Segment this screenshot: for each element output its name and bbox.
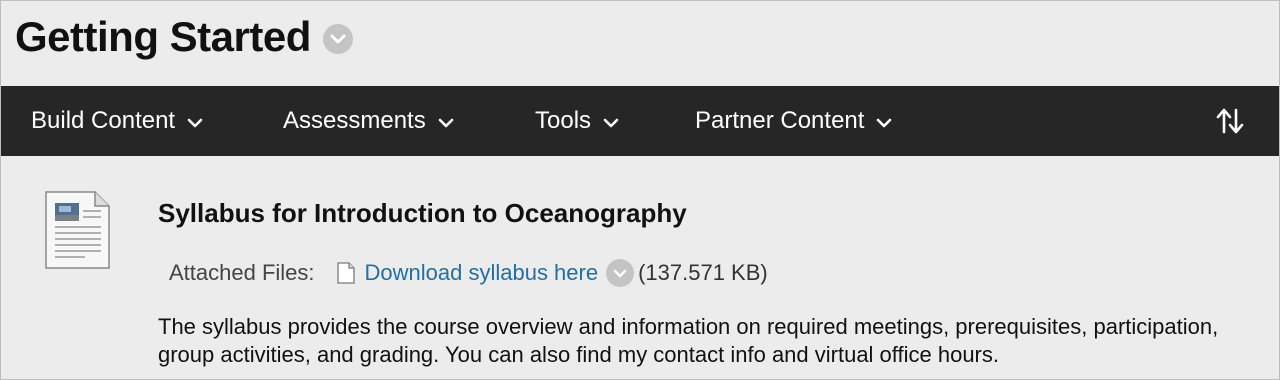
page-header: Getting Started: [15, 13, 353, 61]
build-content-menu[interactable]: Build Content: [31, 86, 203, 156]
attached-files-label: Attached Files:: [169, 260, 315, 285]
document-icon: [45, 191, 111, 274]
file-options-button[interactable]: [606, 259, 635, 287]
action-toolbar: Build Content Assessments Tools Partner …: [1, 86, 1279, 156]
assessments-label: Assessments: [283, 107, 426, 134]
chevron-down-icon: [330, 34, 346, 44]
chevron-down-icon: [187, 118, 203, 127]
download-syllabus-link[interactable]: Download syllabus here: [365, 260, 599, 286]
partner-content-label: Partner Content: [695, 107, 865, 134]
chevron-down-icon: [613, 269, 627, 277]
file-size: (137.571 KB): [638, 260, 768, 285]
chevron-down-icon: [877, 118, 892, 127]
tools-label: Tools: [535, 107, 592, 134]
partner-content-menu[interactable]: Partner Content: [695, 86, 892, 156]
reorder-button[interactable]: [1215, 108, 1245, 134]
content-area-frame: Getting Started Build Content Assessment…: [0, 0, 1280, 380]
chevron-down-icon: [438, 118, 454, 127]
page-title: Getting Started: [15, 13, 311, 60]
attached-files-row: Attached Files: Download syllabus here (…: [169, 259, 768, 287]
tools-menu[interactable]: Tools: [535, 86, 619, 156]
file-icon: [336, 262, 355, 284]
content-item-title[interactable]: Syllabus for Introduction to Oceanograph…: [158, 198, 687, 229]
up-down-arrows-icon: [1216, 108, 1244, 134]
build-content-label: Build Content: [31, 107, 176, 134]
content-item-description: The syllabus provides the course overvie…: [158, 314, 1219, 367]
page-title-options-button[interactable]: [322, 24, 353, 54]
chevron-down-icon: [603, 118, 619, 127]
content-item-syllabus: Syllabus for Introduction to Oceanograph…: [1, 156, 1279, 379]
assessments-menu[interactable]: Assessments: [283, 86, 454, 156]
